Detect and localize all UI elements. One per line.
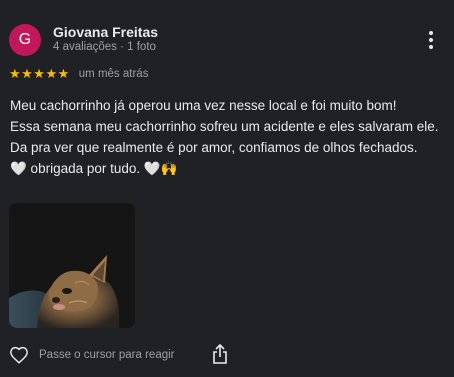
review-line: Essa semana meu cachorrinho sofreu um ac… [10, 119, 439, 134]
more-dot [429, 31, 433, 35]
review-line: 🤍 obrigada por tudo. 🤍🙌 [10, 161, 178, 176]
review-text: Meu cachorrinho já operou uma vez nesse … [10, 95, 446, 179]
share-icon [213, 343, 227, 364]
heart-outline-icon [10, 346, 28, 364]
review-time: um mês atrás [78, 68, 149, 80]
reviewer-meta: 4 avaliações · 1 foto [53, 41, 156, 53]
review-photo[interactable] [9, 203, 135, 328]
more-dot [429, 45, 433, 49]
reviewer-name[interactable]: Giovana Freitas [53, 24, 158, 40]
rating-row: ★★★★★ um mês atrás [9, 66, 148, 82]
more-dot [429, 38, 433, 42]
dog-photo-image [9, 203, 135, 328]
star-rating: ★★★★★ [9, 66, 70, 81]
review-actions: Passe o cursor para reagir [9, 343, 227, 364]
more-vert-icon[interactable] [424, 31, 438, 49]
like-button[interactable]: Passe o cursor para reagir [9, 346, 175, 364]
like-label: Passe o cursor para reagir [39, 349, 175, 361]
review-line: Meu cachorrinho já operou uma vez nesse … [10, 98, 397, 113]
review-line: Da pra ver que realmente é por amor, con… [10, 140, 418, 155]
avatar[interactable]: G [9, 24, 41, 56]
avatar-initial: G [18, 31, 32, 48]
share-button[interactable] [212, 343, 228, 369]
